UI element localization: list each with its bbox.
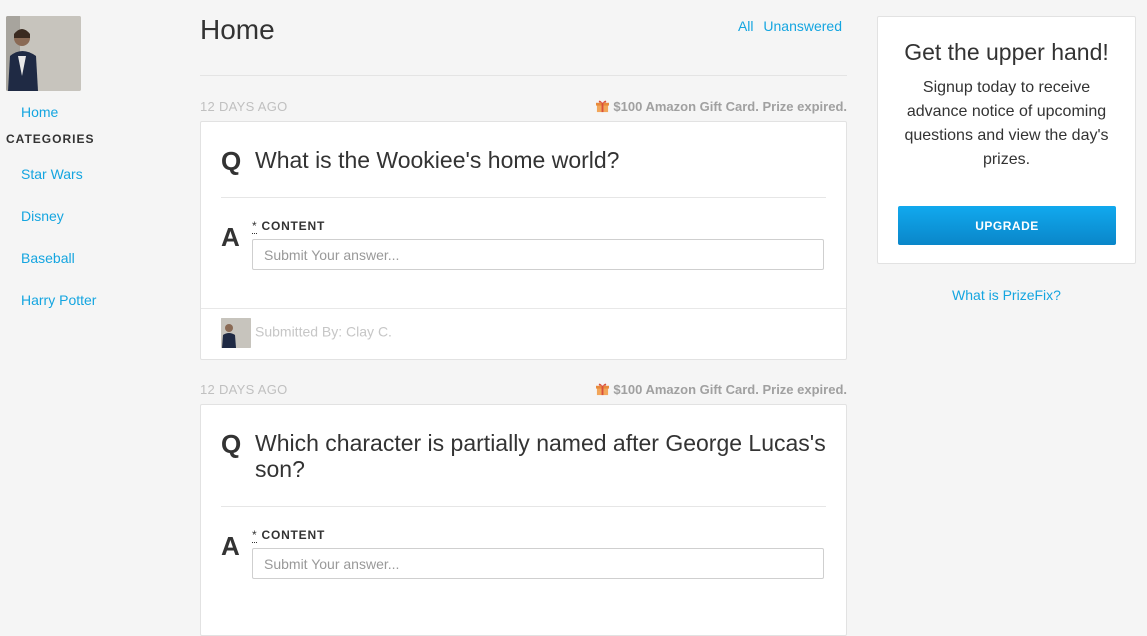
required-mark: * <box>252 528 258 543</box>
upgrade-button[interactable]: UPGRADE <box>898 206 1116 245</box>
divider <box>221 197 826 198</box>
categories-heading: CATEGORIES <box>6 132 95 146</box>
question-date: 12 DAYS AGO <box>200 382 288 397</box>
answer-letter: A <box>221 222 240 252</box>
category-baseball[interactable]: Baseball <box>21 250 146 266</box>
nav-home-link[interactable]: Home <box>21 104 146 120</box>
prize-text: $100 Amazon Gift Card. Prize expired. <box>613 382 847 397</box>
prize-info: $100 Amazon Gift Card. Prize expired. <box>596 99 847 114</box>
category-harry-potter[interactable]: Harry Potter <box>21 292 146 308</box>
content-label: * CONTENT <box>252 528 326 543</box>
filter-links: All Unanswered <box>732 18 842 34</box>
profile-avatar[interactable] <box>6 16 81 91</box>
left-sidebar: Home CATEGORIES Star Wars Disney Basebal… <box>6 16 146 308</box>
submitter-avatar[interactable] <box>221 318 251 348</box>
submitted-by-text: Submitted By: Clay C. <box>255 323 392 340</box>
prize-text: $100 Amazon Gift Card. Prize expired. <box>613 99 847 114</box>
what-is-prizefix-link[interactable]: What is PrizeFix? <box>877 287 1136 303</box>
question-card: Q What is the Wookiee's home world? A * C… <box>200 121 847 360</box>
content-label-text: CONTENT <box>261 219 326 233</box>
category-disney[interactable]: Disney <box>21 208 146 224</box>
question-text: Which character is partially named after… <box>255 430 826 482</box>
gift-icon <box>596 100 610 113</box>
answer-input[interactable] <box>252 548 824 579</box>
question-date: 12 DAYS AGO <box>200 99 288 114</box>
prize-info: $100 Amazon Gift Card. Prize expired. <box>596 382 847 397</box>
answer-letter: A <box>221 531 240 561</box>
required-mark: * <box>252 219 258 234</box>
question-row: What is the Wookiee's home world? <box>201 122 846 173</box>
page-title: Home <box>200 14 275 45</box>
gift-icon <box>596 383 610 396</box>
filter-unanswered-link[interactable]: Unanswered <box>763 18 842 34</box>
submitter: Submitted By: Clay C. <box>221 318 392 348</box>
divider <box>221 506 826 507</box>
divider <box>201 308 846 309</box>
question-card: Q Which character is partially named aft… <box>200 404 847 636</box>
content-label-text: CONTENT <box>261 528 326 542</box>
promo-title: Get the upper hand! <box>904 39 1109 65</box>
filter-all-link[interactable]: All <box>738 18 754 34</box>
promo-text: Signup today to receive advance notice o… <box>904 79 1109 168</box>
answer-input[interactable] <box>252 239 824 270</box>
divider <box>200 75 847 76</box>
upgrade-promo-card: Get the upper hand! Signup today to rece… <box>877 16 1136 264</box>
question-text: What is the Wookiee's home world? <box>255 147 620 173</box>
content-label: * CONTENT <box>252 219 326 234</box>
category-star-wars[interactable]: Star Wars <box>21 166 146 182</box>
question-row: Which character is partially named after… <box>201 405 846 482</box>
